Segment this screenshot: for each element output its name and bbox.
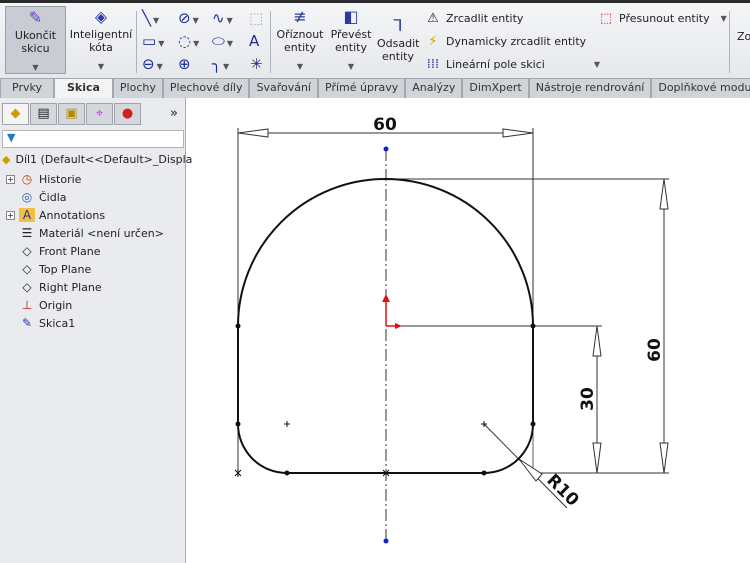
polygon-button[interactable]: ⊕ — [178, 55, 191, 73]
radius-dimension-value[interactable]: R10 — [542, 470, 582, 510]
tab-dimxpert[interactable]: DimXpert — [462, 78, 529, 98]
tree-item-sensors[interactable]: ◎ Čidla — [0, 188, 186, 206]
divider — [136, 11, 137, 73]
mirror-icon: ⚠ — [427, 11, 439, 26]
chevron-down-icon: ▼ — [296, 62, 304, 71]
tab-doplnkove-moduly[interactable]: Doplňkové moduly — [651, 78, 750, 98]
plane-button[interactable]: ⬚ — [249, 9, 263, 27]
property-manager-tab-icon[interactable]: ▤ — [30, 103, 57, 125]
plane-icon: ◇ — [22, 280, 32, 294]
command-manager: ✎ Ukončit skicu ▼ ◈ Inteligentní kóta ▼ … — [0, 0, 750, 78]
dimxpert-tab-icon[interactable]: ⌖ — [86, 103, 113, 125]
divider — [270, 11, 271, 73]
annotations-icon: A — [19, 208, 35, 222]
filter-input[interactable]: ▼ — [2, 130, 184, 148]
plane-icon: ◇ — [22, 262, 32, 276]
feature-tree: + ◷ Historie ◎ Čidla + A Annotations ☰ Materiá… — [0, 170, 186, 332]
feature-tree-tab-icon[interactable]: ◆ — [2, 103, 29, 125]
graphics-area[interactable]: 60 60 30 R10 — [187, 98, 750, 563]
chevron-down-icon: ▼ — [32, 63, 39, 72]
feature-manager-panel: ◆ ▤ ▣ ⌖ ● » ▼ ◆ Díl1 (Default<<Default>_D… — [0, 98, 192, 563]
arc-centers — [234, 421, 487, 477]
tree-item-material[interactable]: ☰ Materiál <není určen> — [0, 224, 186, 242]
trim-entities-button[interactable]: ≢ Oříznout entity ▼ — [275, 6, 325, 74]
linear-pattern-button[interactable]: ⁞⁞⁞ Lineární pole skici ▼ — [425, 57, 600, 72]
divider — [729, 11, 730, 73]
convert-icon: ◧ — [343, 7, 359, 26]
filter-icon: ▼ — [7, 131, 16, 144]
text-button[interactable]: A — [249, 32, 259, 50]
part-icon: ◆ — [2, 153, 11, 166]
history-icon: ◷ — [21, 172, 33, 186]
chevron-down-icon: ▼ — [97, 62, 105, 71]
exit-sketch-icon: ✎ — [28, 8, 43, 27]
point-button[interactable]: ✳ — [250, 55, 263, 73]
zoom-button[interactable]: Zo — [737, 30, 750, 43]
tree-item-right-plane[interactable]: ◇ Right Plane — [0, 278, 186, 296]
trim-icon: ≢ — [293, 7, 307, 26]
tab-plechove-dily[interactable]: Plechové díly — [162, 78, 250, 98]
ellipse-button[interactable]: ⬭ ▼ — [212, 32, 233, 53]
expand-tabs-icon[interactable]: » — [170, 106, 178, 121]
origin-icon: ⊥ — [21, 298, 33, 312]
tab-svarovani[interactable]: Svařování — [249, 78, 318, 98]
smart-dimension-button[interactable]: ◈ Inteligentní kóta ▼ — [68, 6, 134, 74]
configuration-manager-tab-icon[interactable]: ▣ — [58, 103, 85, 125]
tab-plochy[interactable]: Plochy — [112, 78, 163, 98]
line-button[interactable]: ╲ ▼ — [142, 9, 159, 30]
chevron-down-icon: ▼ — [347, 62, 355, 71]
centerline-endpoint — [383, 146, 389, 152]
height-dimension-value[interactable]: 60 — [645, 338, 665, 362]
width-dimension-value[interactable]: 60 — [373, 115, 397, 135]
tab-analyzy[interactable]: Analýzy — [405, 78, 463, 98]
dynamic-mirror-button[interactable]: ⚡ Dynamicky zrcadlit entity — [425, 34, 586, 49]
offset-entities-button[interactable]: ⅂ Odsadit entity — [377, 15, 419, 83]
plane-icon: ◇ — [22, 244, 32, 258]
arc-button[interactable]: ◌ ▼ — [178, 32, 199, 53]
expand-icon[interactable]: + — [6, 210, 15, 220]
origin-icon — [382, 294, 402, 329]
grid-pattern-icon: ⁞⁞⁞ — [426, 57, 440, 72]
mirror-entities-button[interactable]: ⚠ Zrcadlit entity — [425, 11, 523, 26]
tab-prime-upravy[interactable]: Přímé úpravy — [318, 78, 406, 98]
chevron-down-icon: ▼ — [593, 60, 600, 69]
smart-dimension-icon: ◈ — [94, 7, 108, 26]
tree-item-front-plane[interactable]: ◇ Front Plane — [0, 242, 186, 260]
expand-icon[interactable]: + — [6, 174, 15, 184]
sensor-icon: ◎ — [21, 190, 33, 204]
material-icon: ☰ — [21, 226, 33, 240]
dimension-lines — [237, 128, 669, 509]
exit-sketch-button[interactable]: ✎ Ukončit skicu ▼ — [5, 6, 66, 74]
tree-root-part[interactable]: ◆ Díl1 (Default<<Default>_Displa — [2, 153, 192, 166]
rectangle-button[interactable]: ▭ ▼ — [142, 32, 164, 53]
centerline-endpoint — [383, 538, 389, 544]
tree-item-top-plane[interactable]: ◇ Top Plane — [0, 260, 186, 278]
display-manager-tab-icon[interactable]: ● — [114, 103, 141, 125]
tree-item-sketch1[interactable]: ✎ Skica1 — [0, 314, 186, 332]
slot-button[interactable]: ⊖ ▼ — [142, 55, 163, 76]
tree-item-origin[interactable]: ⊥ Origin — [0, 296, 186, 314]
chevron-down-icon: ▼ — [720, 14, 727, 23]
dynamic-mirror-icon: ⚡ — [428, 34, 438, 49]
move-icon: ⬚ — [599, 11, 613, 26]
tab-nastroje-rendrovani[interactable]: Nástroje rendrování — [528, 78, 652, 98]
tab-skica[interactable]: Skica — [53, 78, 113, 99]
mid-dimension-value[interactable]: 30 — [578, 387, 598, 411]
convert-entities-button[interactable]: ◧ Převést entity ▼ — [328, 6, 374, 74]
sketch-icon: ✎ — [21, 316, 33, 330]
fillet-button[interactable]: ╮ ▼ — [212, 55, 229, 76]
offset-icon: ⅂ — [393, 16, 403, 35]
command-tabs: Prvky Skica Plochy Plechové díly Svařová… — [0, 78, 750, 99]
tab-prvky[interactable]: Prvky — [0, 78, 54, 98]
move-entities-button[interactable]: ⬚ Přesunout entity ▼ — [598, 11, 727, 26]
tree-item-history[interactable]: + ◷ Historie — [0, 170, 186, 188]
circle-button[interactable]: ⊘ ▼ — [178, 9, 199, 30]
tree-item-annotations[interactable]: + A Annotations — [0, 206, 186, 224]
spline-button[interactable]: ∿ ▼ — [212, 9, 233, 30]
radius-arrow — [518, 458, 543, 482]
